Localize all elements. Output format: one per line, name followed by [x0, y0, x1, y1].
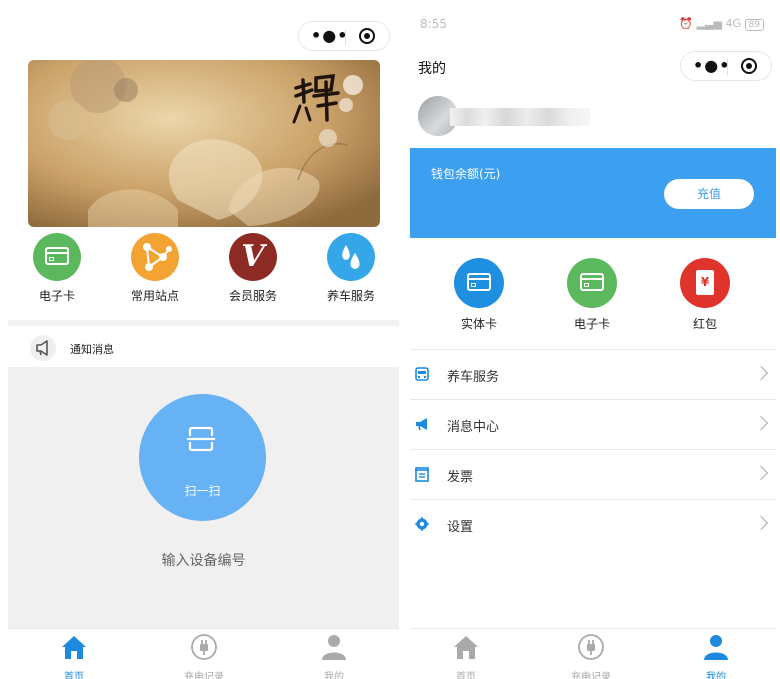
menu-item-label: 养车服务	[447, 370, 500, 385]
quick-item-label: 会员服务	[228, 289, 277, 303]
quick-item-label: 养车服务	[326, 289, 375, 303]
settings-gear-icon	[414, 516, 430, 532]
tab-home[interactable]: 首页	[34, 632, 114, 679]
wallet-panel: 钱包余额(元) 充值	[410, 148, 776, 238]
quick-item-car-service[interactable]: 养车服务	[306, 228, 396, 304]
menu-item-car-service[interactable]: 养车服务	[410, 349, 776, 399]
tab-charge-records[interactable]: 充电记录	[551, 632, 631, 679]
quick-item-label: 电子卡	[38, 289, 75, 303]
home-icon	[62, 636, 86, 659]
alarm-icon: ⏰	[679, 17, 694, 30]
recharge-button[interactable]: 充值	[664, 179, 754, 209]
more-dots-icon[interactable]: •●•	[693, 58, 730, 74]
device-number-input-link[interactable]: 输入设备编号	[8, 550, 399, 570]
menu-item-invoice[interactable]: 发票	[410, 449, 776, 499]
card-item-label: 红包	[692, 317, 717, 331]
physical-card-icon	[454, 258, 504, 308]
e-card-icon	[567, 258, 617, 308]
miniprogram-capsule: •●•	[680, 51, 772, 81]
scan-frame-icon	[187, 426, 215, 452]
red-packet-icon: ¥	[680, 258, 730, 308]
person-icon	[704, 635, 728, 660]
invoice-icon	[415, 467, 429, 482]
menu-item-message-center[interactable]: 消息中心	[410, 399, 776, 449]
menu-item-label: 发票	[447, 470, 474, 485]
notice-bar[interactable]: 通知消息	[8, 328, 399, 366]
tab-charge-records[interactable]: 充电记录	[164, 632, 244, 679]
chevron-right-icon	[753, 465, 769, 481]
more-dots-icon[interactable]: •●•	[311, 28, 348, 44]
card-item-physical[interactable]: 实体卡	[434, 258, 524, 332]
quick-item-stations[interactable]: 常用站点	[110, 228, 200, 304]
tab-label: 首页	[64, 672, 84, 679]
car-service-icon	[415, 367, 429, 381]
quick-item-membership[interactable]: V 会员服务	[208, 228, 298, 304]
menu-item-settings[interactable]: 设置	[410, 499, 776, 549]
signal-icon: ▂▃▅	[696, 17, 723, 30]
quick-item-label: 常用站点	[130, 289, 179, 303]
network-type: 4G	[725, 17, 742, 30]
quick-entry-grid: 电子卡 常用站点 V 会员服务 养车服务	[8, 228, 399, 320]
tab-label: 充电记录	[571, 672, 611, 679]
profile-screen: 8:55 ⏰ ▂▃▅ 4G 89 我的 •●• 钱包余额(元) 充值 实体卡 电…	[410, 0, 776, 679]
tab-mine[interactable]: 我的	[676, 632, 756, 679]
home-screen: •●• 电子卡 常用站点 V 会员服务 养车服务 通知消息 扫一扫 输入设备编号…	[8, 0, 399, 679]
scan-area: 扫一扫 输入设备编号	[8, 367, 399, 629]
card-item-red-packet[interactable]: ¥ 红包	[660, 258, 750, 332]
bottom-tab-bar: 首页 充电记录 我的	[410, 628, 776, 679]
notice-label: 通知消息	[70, 343, 114, 356]
username-blurred	[450, 108, 590, 126]
banner-image[interactable]	[28, 60, 380, 227]
megaphone-icon	[416, 418, 427, 431]
e-card-icon	[33, 233, 81, 281]
status-time: 8:55	[420, 17, 447, 31]
capsule-divider	[345, 29, 346, 45]
card-item-label: 实体卡	[460, 317, 497, 331]
wallet-balance-label: 钱包余额(元)	[431, 167, 501, 181]
tab-label: 我的	[706, 672, 726, 679]
card-item-e-card[interactable]: 电子卡	[547, 258, 637, 332]
megaphone-icon	[30, 335, 56, 361]
person-icon	[322, 635, 346, 660]
close-target-icon[interactable]	[359, 28, 375, 44]
bottom-tab-bar: 首页 充电记录 我的	[8, 628, 399, 679]
menu-item-label: 消息中心	[447, 420, 500, 435]
chevron-right-icon	[753, 515, 769, 531]
zen-lotus-artwork	[28, 60, 380, 227]
menu-item-label: 设置	[447, 520, 474, 535]
scan-label: 扫一扫	[184, 484, 221, 498]
chevron-right-icon	[753, 415, 769, 431]
charge-plug-icon	[578, 634, 604, 660]
home-icon	[454, 636, 478, 659]
charge-plug-icon	[191, 634, 217, 660]
section-divider	[8, 320, 399, 326]
close-target-icon[interactable]	[741, 58, 757, 74]
card-item-label: 电子卡	[573, 317, 610, 331]
station-network-icon	[131, 233, 179, 281]
miniprogram-capsule: •●•	[298, 21, 390, 51]
vip-v-icon: V	[229, 233, 277, 281]
menu-list: 养车服务 消息中心 发票 设置	[410, 349, 776, 549]
capsule-divider	[727, 59, 728, 75]
card-entry-row: 实体卡 电子卡 ¥ 红包	[410, 238, 776, 348]
tab-mine[interactable]: 我的	[294, 632, 374, 679]
battery-level: 89	[744, 19, 764, 31]
scan-button[interactable]: 扫一扫	[139, 394, 266, 521]
chevron-right-icon	[753, 365, 769, 381]
page-title: 我的	[418, 61, 446, 77]
tab-home[interactable]: 首页	[426, 632, 506, 679]
tab-label: 首页	[456, 672, 476, 679]
tab-label: 充电记录	[184, 672, 224, 679]
tab-label: 我的	[324, 672, 344, 679]
water-drop-icon	[327, 233, 375, 281]
status-indicators: ⏰ ▂▃▅ 4G 89	[679, 17, 764, 31]
quick-item-e-card[interactable]: 电子卡	[12, 228, 102, 304]
